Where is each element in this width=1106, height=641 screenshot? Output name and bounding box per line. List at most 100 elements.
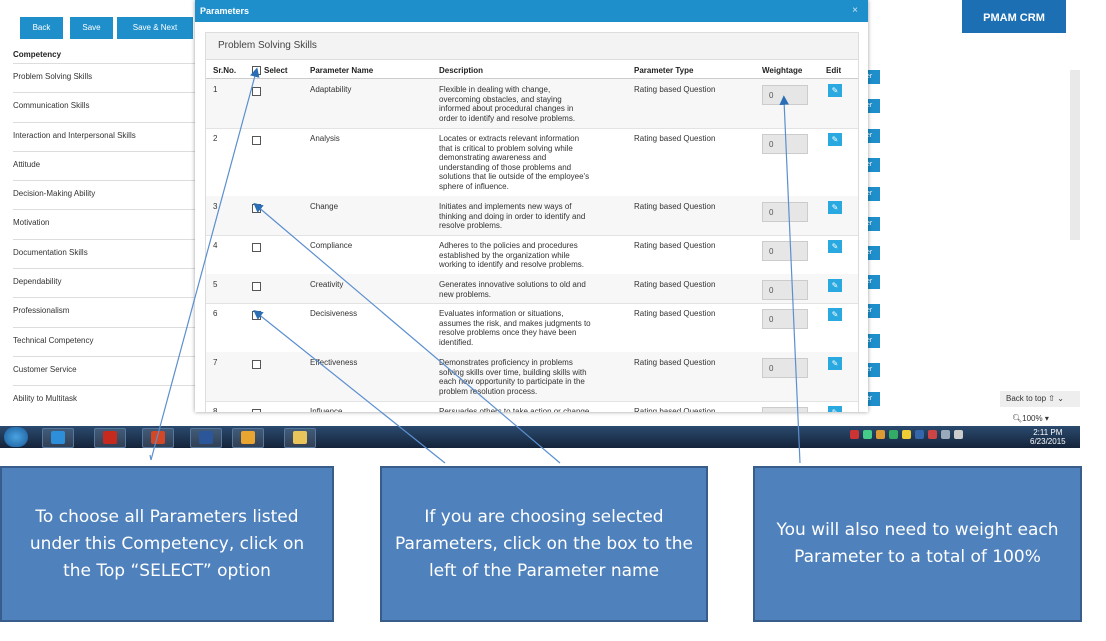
- tray-sync-icon[interactable]: [889, 430, 898, 439]
- row-select-checkbox[interactable]: [252, 360, 261, 369]
- modal-title: Parameters: [195, 0, 868, 22]
- competency-item[interactable]: Decision-Making Ability: [13, 180, 196, 209]
- competency-action-button[interactable]: er: [866, 275, 880, 290]
- weightage-input[interactable]: [762, 407, 808, 412]
- parameter-type: Rating based Question: [634, 407, 716, 412]
- tray-monitor-icon[interactable]: [941, 430, 950, 439]
- tray-mail-icon[interactable]: [902, 430, 911, 439]
- parameter-type: Rating based Question: [634, 241, 716, 250]
- description-line: Demonstrates proficiency in problems: [439, 358, 573, 367]
- row-select-checkbox[interactable]: [252, 311, 261, 320]
- description-line: order to identify and resolve problems.: [439, 113, 576, 123]
- weightage-input[interactable]: 0: [762, 309, 808, 329]
- row-select-checkbox[interactable]: [252, 136, 261, 145]
- description-line: Generates innovative solutions to old an…: [439, 280, 586, 289]
- description-line: working to identify and resolve problems…: [439, 260, 584, 269]
- competency-action-button[interactable]: er: [866, 245, 880, 260]
- zoom-indicator[interactable]: 🔍︎100% ▾: [1012, 414, 1049, 423]
- competency-item[interactable]: Attitude: [13, 150, 196, 180]
- taskbar-ie[interactable]: [42, 428, 74, 448]
- back-to-top-button[interactable]: Back to top ⇧ ⌄: [1000, 391, 1080, 407]
- outlook-icon: [241, 431, 255, 444]
- row-select-checkbox[interactable]: [252, 204, 261, 213]
- taskbar-acrobat[interactable]: [94, 428, 126, 448]
- tray-app-icon[interactable]: [876, 430, 885, 439]
- crm-app: Back Save Save & Next PMAM CRM Competenc…: [0, 0, 1106, 426]
- select-all-checkbox[interactable]: [252, 66, 261, 75]
- edit-icon[interactable]: ✎: [828, 84, 842, 97]
- ie-icon: [51, 431, 65, 444]
- col-select[interactable]: Select: [264, 66, 288, 75]
- zoom-value: 100%: [1022, 414, 1043, 423]
- windows-taskbar: 2:11 PM 6/23/2015: [0, 426, 1080, 448]
- weightage-input[interactable]: 0: [762, 241, 808, 261]
- page-scrollbar[interactable]: [1070, 70, 1080, 240]
- description-line: Initiates and implements new ways of: [439, 202, 572, 211]
- competency-item[interactable]: Dependability: [13, 268, 196, 297]
- description-line: demonstrating awareness and: [439, 153, 547, 162]
- back-button[interactable]: Back: [20, 17, 63, 39]
- row-select-checkbox[interactable]: [252, 282, 261, 291]
- save-button[interactable]: Save: [70, 17, 113, 39]
- competency-item[interactable]: Customer Service: [13, 355, 196, 385]
- competency-item[interactable]: Professionalism: [13, 297, 196, 326]
- row-select-checkbox[interactable]: [252, 87, 261, 96]
- weightage-input[interactable]: 0: [762, 358, 808, 378]
- taskbar-outlook[interactable]: [232, 428, 264, 448]
- parameter-type: Rating based Question: [634, 358, 716, 367]
- edit-icon[interactable]: ✎: [828, 279, 842, 292]
- edit-icon[interactable]: ✎: [828, 133, 842, 146]
- competency-action-button[interactable]: er: [866, 70, 880, 84]
- callout-select-some: If you are choosing selected Parameters,…: [380, 466, 708, 622]
- parameter-type: Rating based Question: [634, 280, 716, 289]
- competency-item[interactable]: Interaction and Interpersonal Skills: [13, 121, 196, 151]
- taskbar-explorer[interactable]: [284, 428, 316, 448]
- competency-item[interactable]: Communication Skills: [13, 92, 196, 121]
- tray-flag-icon[interactable]: [928, 430, 937, 439]
- taskbar-powerpoint[interactable]: [142, 428, 174, 448]
- weightage-input[interactable]: 0: [762, 85, 808, 105]
- tray-shield-icon[interactable]: [850, 430, 859, 439]
- weightage-input[interactable]: 0: [762, 202, 808, 222]
- competency-item[interactable]: Documentation Skills: [13, 238, 196, 268]
- tray-network-icon[interactable]: [863, 430, 872, 439]
- start-button[interactable]: [4, 427, 28, 447]
- edit-icon[interactable]: ✎: [828, 308, 842, 321]
- edit-icon[interactable]: ✎: [828, 240, 842, 253]
- competency-action-button[interactable]: er: [866, 216, 880, 231]
- competency-action-button[interactable]: er: [866, 99, 880, 114]
- tray-vpn-icon[interactable]: [915, 430, 924, 439]
- parameter-type: Rating based Question: [634, 134, 716, 143]
- competency-action-button[interactable]: er: [866, 187, 880, 202]
- competency-item[interactable]: Motivation: [13, 209, 196, 238]
- competency-action-button[interactable]: er: [866, 157, 880, 172]
- edit-icon[interactable]: ✎: [828, 357, 842, 370]
- row-select-checkbox[interactable]: [252, 243, 261, 252]
- close-icon[interactable]: ×: [852, 5, 858, 16]
- competency-action-button[interactable]: er: [866, 333, 880, 348]
- description-line: problem resolution process.: [439, 386, 538, 396]
- taskbar-clock[interactable]: 2:11 PM 6/23/2015: [1030, 428, 1066, 446]
- competency-item[interactable]: Technical Competency: [13, 326, 196, 356]
- competency-action-button[interactable]: er: [866, 392, 880, 407]
- competency-action-button[interactable]: er: [866, 304, 880, 319]
- competency-list: Problem Solving Skills Communication Skil…: [13, 63, 196, 415]
- weightage-input[interactable]: 0: [762, 134, 808, 154]
- parameter-name: Influence: [310, 407, 343, 412]
- tray-volume-icon[interactable]: [954, 430, 963, 439]
- description-line: identified.: [439, 337, 474, 347]
- competency-action-button[interactable]: er: [866, 128, 880, 143]
- edit-icon[interactable]: ✎: [828, 406, 842, 412]
- competency-action-button[interactable]: er: [866, 363, 880, 377]
- save-next-button[interactable]: Save & Next: [117, 17, 193, 39]
- taskbar-word[interactable]: [190, 428, 222, 448]
- row-select-checkbox[interactable]: [252, 409, 261, 412]
- competency-item[interactable]: Problem Solving Skills: [13, 63, 196, 92]
- parameters-panel: Problem Solving Skills Sr.No. Select Par…: [205, 32, 859, 412]
- weightage-input[interactable]: 0: [762, 280, 808, 300]
- edit-icon[interactable]: ✎: [828, 201, 842, 214]
- competency-item[interactable]: Ability to Multitask: [13, 385, 196, 414]
- table-row: 3 Change Initiates and implements new ways…: [206, 196, 858, 236]
- description-line: overcoming obstacles, and staying: [439, 94, 562, 104]
- description-line: Adheres to the policies and procedures: [439, 241, 578, 250]
